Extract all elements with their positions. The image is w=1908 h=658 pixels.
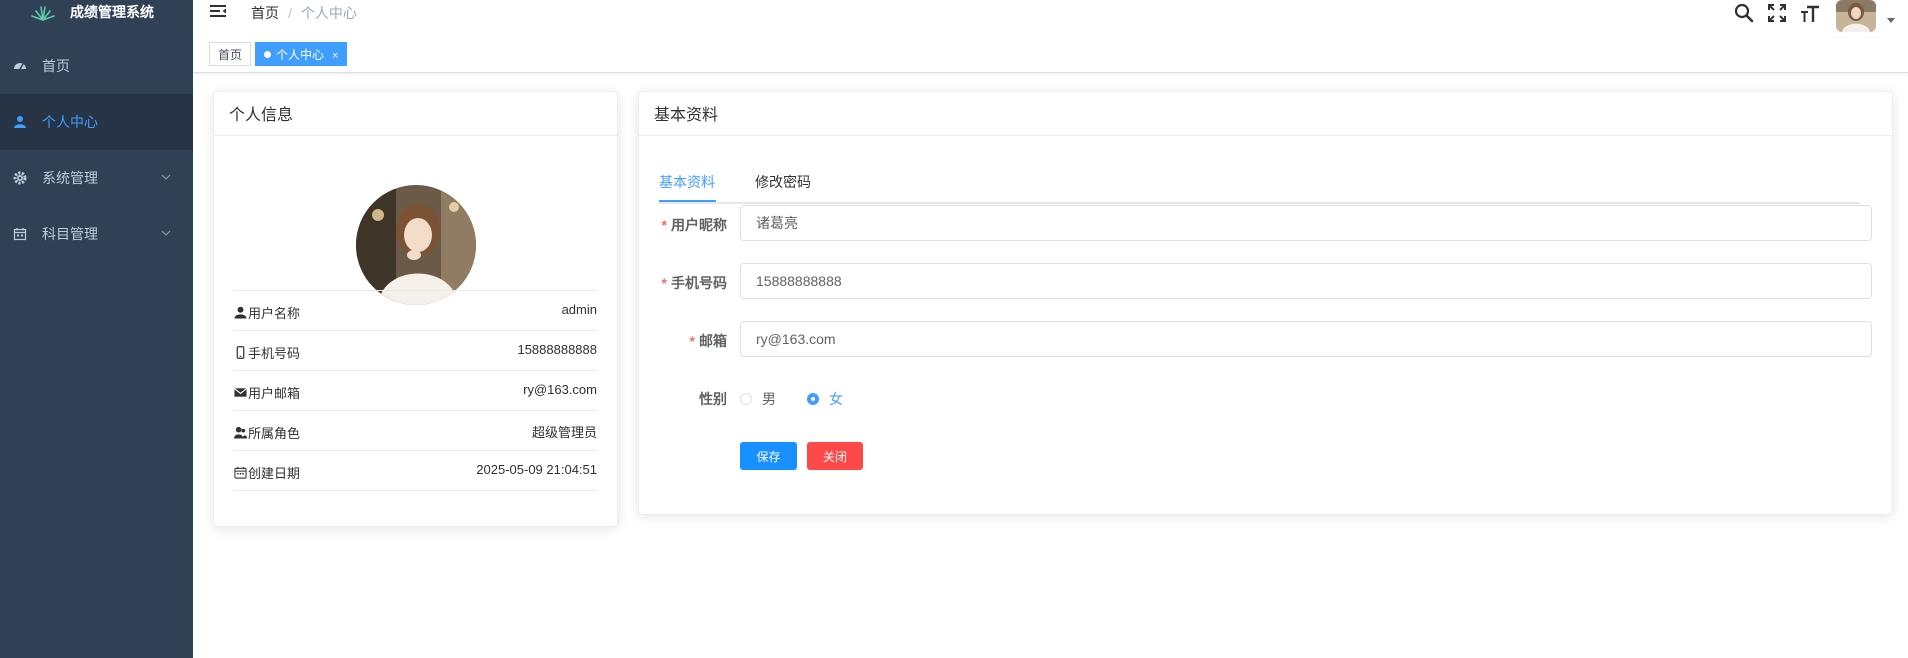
info-value: 超级管理员 xyxy=(531,425,597,440)
avatar[interactable] xyxy=(1836,0,1876,32)
radio-circle xyxy=(740,393,752,405)
info-row-phone: 手机号码 15888888888 xyxy=(234,330,597,371)
close-icon[interactable]: × xyxy=(332,50,338,62)
profile-card: 个人信息 用户名称 admin 手机号码 15888888888 用户邮箱 ry… xyxy=(213,91,618,527)
app-title: 成绩管理系统 xyxy=(70,4,154,20)
breadcrumb-current: 个人中心 xyxy=(300,5,357,21)
divider xyxy=(234,490,597,491)
user-icon xyxy=(234,306,247,319)
chevron-down-icon xyxy=(161,230,171,236)
sidebar-item-home[interactable]: 首页 xyxy=(0,38,193,94)
gear-icon xyxy=(13,171,27,185)
gender-radio-male[interactable]: 男 xyxy=(740,389,776,409)
fullscreen-icon[interactable] xyxy=(1766,2,1788,24)
phone-icon xyxy=(236,346,245,359)
info-row-username: 用户名称 admin xyxy=(234,290,597,331)
close-button[interactable]: 关闭 xyxy=(807,442,863,470)
dashboard-icon xyxy=(13,59,27,73)
gender-label: 性别 xyxy=(699,391,727,407)
info-label: 手机号码 xyxy=(248,346,301,361)
breadcrumb: 首页 / 个人中心 xyxy=(251,3,357,23)
sidebar-item-label: 个人中心 xyxy=(42,114,98,130)
hamburger-icon[interactable] xyxy=(209,3,227,21)
tag-label: 首页 xyxy=(218,48,243,62)
breadcrumb-home[interactable]: 首页 xyxy=(251,5,279,21)
calendar-icon xyxy=(13,227,27,241)
nickname-input[interactable] xyxy=(740,205,1872,241)
tags-view: 首页 个人中心 × xyxy=(193,38,1908,73)
info-value: admin xyxy=(561,302,597,317)
active-dot xyxy=(264,51,271,58)
sidebar-item-system[interactable]: 系统管理 xyxy=(0,150,193,206)
info-row-created: 创建日期 2025-05-09 21:04:51 xyxy=(234,450,597,491)
basic-info-card: 基本资料 基本资料 修改密码 *用户昵称 *手机号码 *邮箱 性别 男 女 保存… xyxy=(638,91,1893,515)
user-icon xyxy=(13,115,27,129)
basic-card-title: 基本资料 xyxy=(639,92,1892,136)
info-value: ry@163.com xyxy=(523,382,597,397)
tag-label: 个人中心 xyxy=(276,48,325,62)
caret-down-icon[interactable] xyxy=(1887,18,1895,23)
tab-active-bar xyxy=(659,200,716,202)
sidebar: 成绩管理系统 首页 个人中心 系统管理 科目管理 xyxy=(0,0,193,658)
profile-card-title: 个人信息 xyxy=(214,92,617,136)
info-value: 2025-05-09 21:04:51 xyxy=(476,462,597,477)
peoples-icon xyxy=(234,426,247,439)
sidebar-item-label: 首页 xyxy=(42,58,70,74)
radio-circle xyxy=(807,393,819,405)
profile-avatar[interactable] xyxy=(356,185,476,305)
tab-basic-info[interactable]: 基本资料 xyxy=(659,172,715,192)
phone-input[interactable] xyxy=(740,263,1872,299)
info-label: 创建日期 xyxy=(248,466,301,481)
chevron-down-icon xyxy=(161,174,171,180)
info-label: 所属角色 xyxy=(248,426,301,441)
info-row-role: 所属角色 超级管理员 xyxy=(234,410,597,451)
font-size-icon[interactable] xyxy=(1799,2,1821,24)
logo[interactable]: 成绩管理系统 xyxy=(0,0,193,24)
sidebar-item-subject[interactable]: 科目管理 xyxy=(0,206,193,262)
sidebar-item-label: 科目管理 xyxy=(42,226,98,242)
breadcrumb-separator: / xyxy=(288,5,292,21)
email-label: * 邮箱 xyxy=(689,333,727,349)
info-label: 用户邮箱 xyxy=(248,386,301,401)
tag-home[interactable]: 首页 xyxy=(209,42,252,66)
info-value: 15888888888 xyxy=(517,342,597,357)
nickname-label: * 用户昵称 xyxy=(661,217,727,233)
phone-label: * 手机号码 xyxy=(661,275,727,291)
email-input[interactable] xyxy=(740,321,1872,357)
sidebar-item-label: 系统管理 xyxy=(42,170,98,186)
search-icon[interactable] xyxy=(1733,2,1755,24)
gender-radio-female[interactable]: 女 xyxy=(807,389,843,409)
form-tabs: 基本资料 修改密码 xyxy=(659,162,1860,204)
info-row-email: 用户邮箱 ry@163.com xyxy=(234,370,597,411)
tag-profile[interactable]: 个人中心 × xyxy=(255,42,348,66)
logo-icon xyxy=(31,6,55,21)
info-label: 用户名称 xyxy=(248,306,301,321)
tab-change-password[interactable]: 修改密码 xyxy=(755,172,811,192)
save-button[interactable]: 保存 xyxy=(740,442,797,470)
mail-icon xyxy=(234,388,247,397)
calendar-icon xyxy=(234,466,247,479)
sidebar-item-profile[interactable]: 个人中心 xyxy=(0,94,193,150)
navbar: 首页 / 个人中心 xyxy=(193,0,1908,32)
